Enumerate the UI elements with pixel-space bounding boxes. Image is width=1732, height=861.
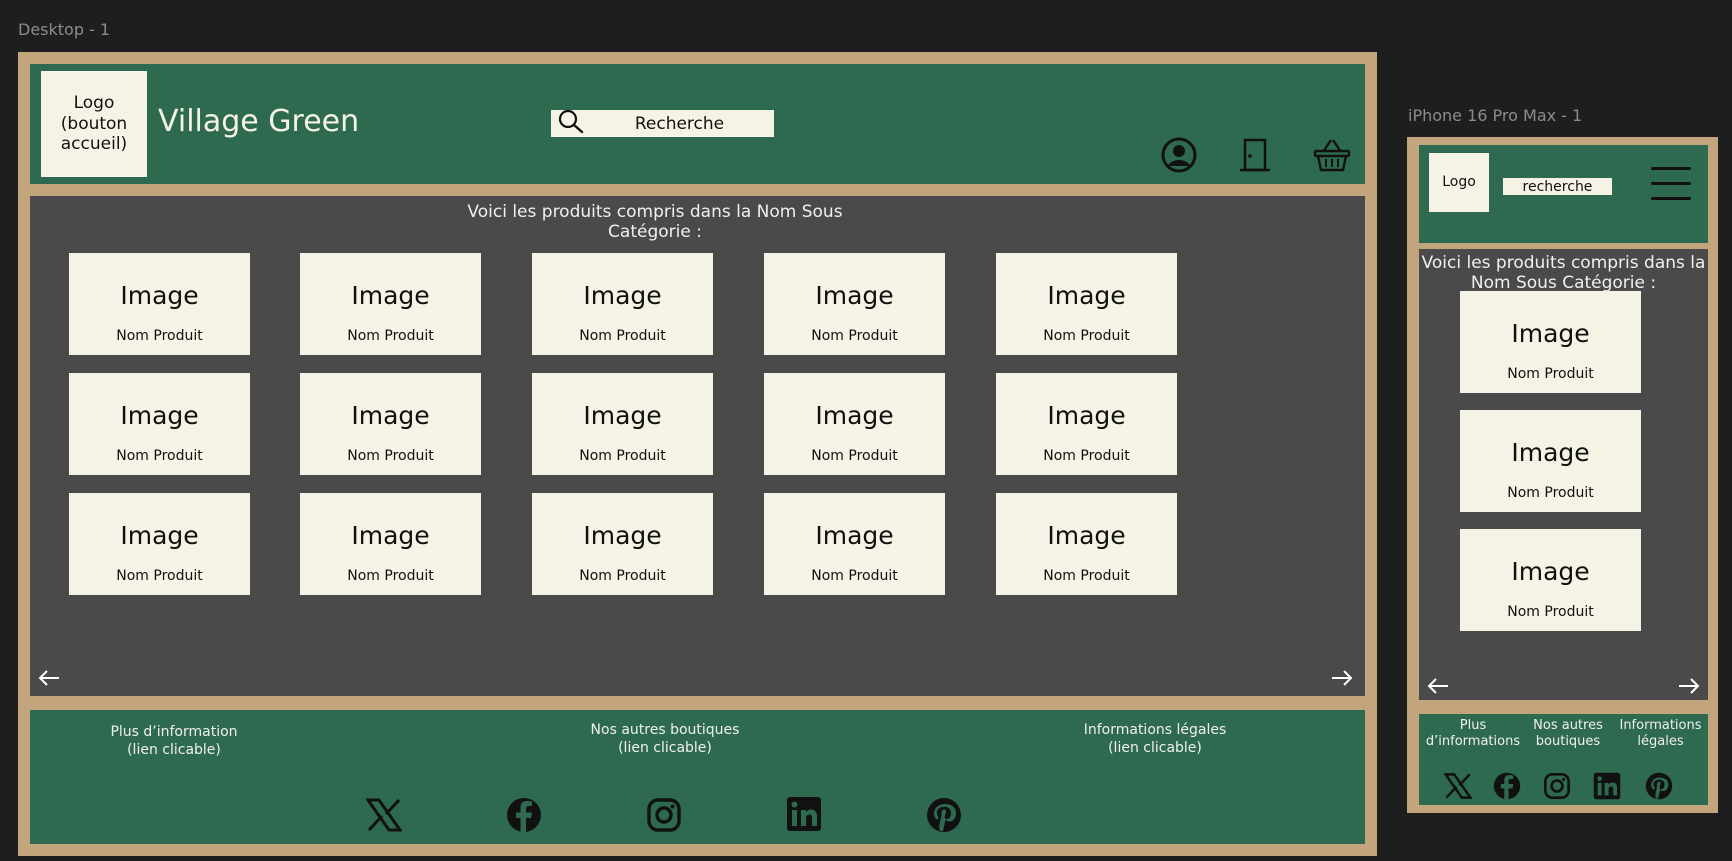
facebook-icon[interactable] [1493, 772, 1521, 800]
user-account-icon[interactable] [1161, 137, 1197, 173]
product-image-placeholder: Image [815, 281, 894, 310]
product-image-placeholder: Image [583, 521, 662, 550]
product-name: Nom Produit [347, 448, 434, 464]
product-image-placeholder: Image [815, 521, 894, 550]
mobile-footer: Plus d’informations Nos autres boutiques… [1419, 714, 1708, 805]
product-image-placeholder: Image [815, 401, 894, 430]
x-icon[interactable] [1444, 772, 1472, 800]
product-name: Nom Produit [116, 448, 203, 464]
linkedin-icon[interactable] [786, 796, 822, 832]
category-intro-text: Voici les produits compris dans la Nom S… [467, 202, 843, 243]
product-image-placeholder: Image [351, 281, 430, 310]
product-image-placeholder: Image [351, 401, 430, 430]
product-name: Nom Produit [1507, 604, 1594, 620]
product-card[interactable]: Image Nom Produit [764, 373, 945, 475]
desktop-frame-label: Desktop - 1 [18, 20, 111, 39]
product-image-placeholder: Image [583, 401, 662, 430]
product-image-placeholder: Image [351, 521, 430, 550]
product-card[interactable]: Image Nom Produit [69, 493, 250, 595]
arrow-left-icon[interactable] [38, 669, 60, 687]
desktop-content: Voici les produits compris dans la Nom S… [30, 196, 1365, 696]
product-name: Nom Produit [1043, 568, 1130, 584]
search-icon[interactable] [557, 108, 585, 139]
search-bar[interactable]: recherche [1503, 178, 1612, 195]
product-card[interactable]: Image Nom Produit [532, 253, 713, 355]
footer-link-other-shops[interactable]: Nos autres boutiques [1523, 718, 1613, 751]
product-image-placeholder: Image [120, 521, 199, 550]
desktop-footer: Plus d’information (lien clicable) Nos a… [30, 710, 1365, 844]
product-name: Nom Produit [116, 328, 203, 344]
footer-link-legal[interactable]: Informations légales [1613, 718, 1708, 751]
search-input[interactable]: recherche [1503, 179, 1612, 195]
product-name: Nom Produit [811, 328, 898, 344]
hamburger-menu-icon[interactable] [1651, 167, 1691, 212]
product-name: Nom Produit [347, 568, 434, 584]
arrow-right-icon[interactable] [1331, 669, 1353, 687]
product-card[interactable]: Image Nom Produit [532, 493, 713, 595]
product-card[interactable]: Image Nom Produit [69, 373, 250, 475]
mobile-frame-label: iPhone 16 Pro Max - 1 [1408, 106, 1583, 125]
product-image-placeholder: Image [1047, 281, 1126, 310]
product-image-placeholder: Image [1047, 401, 1126, 430]
product-name: Nom Produit [579, 328, 666, 344]
product-name: Nom Produit [811, 448, 898, 464]
product-image-placeholder: Image [1511, 438, 1590, 467]
product-card[interactable]: Image Nom Produit [1460, 529, 1641, 631]
footer-link-more-info[interactable]: Plus d’information (lien clicable) [84, 724, 264, 759]
product-card[interactable]: Image Nom Produit [764, 253, 945, 355]
product-name: Nom Produit [579, 568, 666, 584]
product-card[interactable]: Image Nom Produit [1460, 291, 1641, 393]
product-image-placeholder: Image [120, 401, 199, 430]
product-name: Nom Produit [1507, 366, 1594, 382]
pinterest-icon[interactable] [926, 797, 962, 833]
x-icon[interactable] [366, 798, 402, 832]
linkedin-icon[interactable] [1593, 772, 1621, 800]
arrow-left-icon[interactable] [1427, 677, 1449, 695]
logout-door-icon[interactable] [1240, 138, 1270, 172]
product-name: Nom Produit [1043, 328, 1130, 344]
product-name: Nom Produit [579, 448, 666, 464]
product-image-placeholder: Image [1511, 319, 1590, 348]
product-name: Nom Produit [1043, 448, 1130, 464]
logo-home-button[interactable]: Logo [1429, 153, 1489, 212]
site-title: Village Green [158, 104, 360, 139]
product-card[interactable]: Image Nom Produit [996, 493, 1177, 595]
product-image-placeholder: Image [120, 281, 199, 310]
product-card[interactable]: Image Nom Produit [300, 253, 481, 355]
facebook-icon[interactable] [506, 797, 542, 833]
product-image-placeholder: Image [1511, 557, 1590, 586]
product-card[interactable]: Image Nom Produit [300, 373, 481, 475]
product-image-placeholder: Image [583, 281, 662, 310]
product-card[interactable]: Image Nom Produit [69, 253, 250, 355]
product-image-placeholder: Image [1047, 521, 1126, 550]
product-name: Nom Produit [116, 568, 203, 584]
mobile-header: Logo recherche [1419, 145, 1708, 243]
arrow-right-icon[interactable] [1678, 677, 1700, 695]
instagram-icon[interactable] [1543, 772, 1571, 800]
product-card[interactable]: Image Nom Produit [1460, 410, 1641, 512]
search-input[interactable]: Recherche [585, 114, 774, 134]
mobile-content: Voici les produits compris dans la Nom S… [1419, 249, 1708, 700]
footer-link-more-info[interactable]: Plus d’informations [1423, 718, 1523, 751]
category-intro-text: Voici les produits compris dans la Nom S… [1421, 253, 1706, 294]
desktop-frame: Logo (bouton accueil) Village Green Rech… [18, 52, 1377, 856]
search-bar[interactable]: Recherche [551, 108, 774, 139]
product-card[interactable]: Image Nom Produit [764, 493, 945, 595]
shopping-basket-icon[interactable] [1313, 138, 1351, 172]
instagram-icon[interactable] [646, 797, 682, 833]
product-card[interactable]: Image Nom Produit [996, 253, 1177, 355]
logo-home-button[interactable]: Logo (bouton accueil) [41, 71, 147, 177]
product-name: Nom Produit [811, 568, 898, 584]
desktop-header: Logo (bouton accueil) Village Green Rech… [30, 64, 1365, 184]
product-card[interactable]: Image Nom Produit [996, 373, 1177, 475]
mobile-frame: Logo recherche Voici les produits compri… [1407, 137, 1718, 813]
product-card[interactable]: Image Nom Produit [532, 373, 713, 475]
footer-link-legal[interactable]: Informations légales (lien clicable) [1065, 722, 1245, 757]
product-name: Nom Produit [1507, 485, 1594, 501]
product-card[interactable]: Image Nom Produit [300, 493, 481, 595]
pinterest-icon[interactable] [1645, 772, 1673, 800]
footer-link-other-shops[interactable]: Nos autres boutiques (lien clicable) [575, 722, 755, 757]
product-name: Nom Produit [347, 328, 434, 344]
